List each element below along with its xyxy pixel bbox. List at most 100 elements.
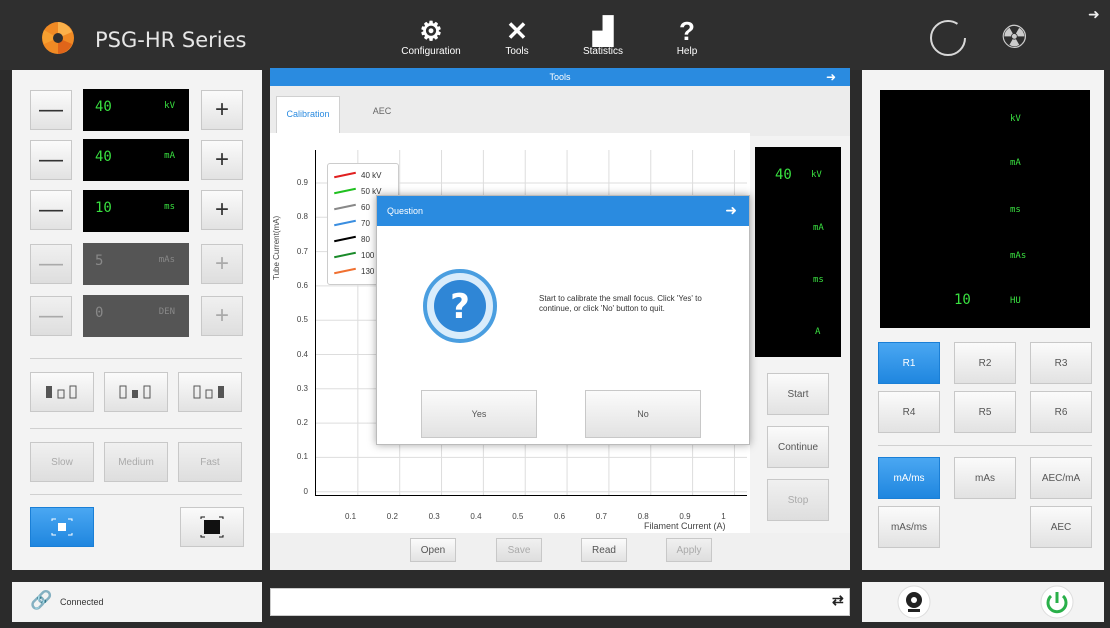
y-tick-label: 0.8 <box>296 212 308 222</box>
kv-minus-button[interactable]: — <box>30 90 72 130</box>
refresh-icon[interactable]: ⇄ <box>832 592 844 609</box>
logout-icon[interactable]: ➜ <box>1088 6 1100 23</box>
legend-item: 130 <box>334 264 374 278</box>
y-tick-label: 0.5 <box>296 315 308 325</box>
camera-icon[interactable] <box>897 585 931 619</box>
mode-aec-ma-button[interactable]: AEC/mA <box>1030 457 1092 499</box>
region-r2-button[interactable]: R2 <box>954 342 1016 384</box>
top-bar: PSG-HR Series ⚙ Configuration ✕ Tools ▟ … <box>0 0 1110 70</box>
status-kv-unit: kV <box>1010 114 1021 124</box>
x-tick-label: 0.6 <box>554 512 566 521</box>
read-button[interactable]: Read <box>581 538 627 562</box>
tools-title-bar: Tools <box>270 68 850 86</box>
statistics-icon: ▟ <box>593 16 613 46</box>
ma-plus-button[interactable]: + <box>201 140 243 180</box>
legend-item: 80 <box>334 232 370 246</box>
x-tick-label: 0.2 <box>386 512 398 521</box>
den-plus-button[interactable]: + <box>201 296 243 336</box>
den-value: 0 <box>95 305 104 321</box>
mode-aec-button[interactable]: AEC <box>1030 506 1092 548</box>
x-tick-label: 0.5 <box>512 512 524 521</box>
legend-item: 40 kV <box>334 168 381 182</box>
region-r1-button[interactable]: R1 <box>878 342 940 384</box>
region-r4-button[interactable]: R4 <box>878 391 940 433</box>
region-r6-button[interactable]: R6 <box>1030 391 1092 433</box>
legend-item: 100 <box>334 248 374 262</box>
apply-button[interactable]: Apply <box>666 538 712 562</box>
connection-status: Connected <box>60 597 104 607</box>
speed-slow-button[interactable]: Slow <box>30 442 94 482</box>
divider <box>30 428 242 429</box>
stop-button[interactable]: Stop <box>767 479 829 521</box>
no-button[interactable]: No <box>585 390 701 438</box>
nav-statistics[interactable]: ▟ Statistics <box>568 16 638 57</box>
position-center-button[interactable] <box>104 372 168 412</box>
legend-swatch <box>334 251 356 259</box>
mode-ma-ms-button[interactable]: mA/ms <box>878 457 940 499</box>
mode-mas-button[interactable]: mAs <box>954 457 1016 499</box>
dialog-close-icon[interactable]: ➜ <box>725 202 737 219</box>
legend-swatch <box>334 171 356 179</box>
help-icon: ? <box>679 16 695 46</box>
yes-button[interactable]: Yes <box>421 390 537 438</box>
status-lcd: kV mA ms mAs 10 HU <box>880 90 1090 328</box>
ms-minus-button[interactable]: — <box>30 190 72 230</box>
divider <box>30 358 242 359</box>
message-field[interactable] <box>270 588 850 616</box>
start-button[interactable]: Start <box>767 373 829 415</box>
nav-label: Statistics <box>582 46 623 57</box>
brand-logo-icon <box>42 22 74 54</box>
position-left-icon <box>46 385 77 399</box>
x-axis-label: Filament Current (A) <box>644 521 726 531</box>
mas-plus-button[interactable]: + <box>201 244 243 284</box>
region-r5-button[interactable]: R5 <box>954 391 1016 433</box>
y-tick-label: 0.2 <box>296 418 308 428</box>
status-ms-unit: ms <box>1010 205 1021 215</box>
status-hu-unit: HU <box>1010 296 1021 306</box>
x-tick-label: 0.9 <box>679 512 691 521</box>
status-mas-unit: mAs <box>1010 251 1027 261</box>
nav-configuration[interactable]: ⚙ Configuration <box>396 16 466 57</box>
ma-display: 40 mA <box>83 139 189 181</box>
tab-calibration[interactable]: Calibration <box>276 96 340 133</box>
x-tick-label: 0.3 <box>428 512 440 521</box>
kv-plus-button[interactable]: + <box>201 90 243 130</box>
save-button[interactable]: Save <box>496 538 542 562</box>
y-tick-label: 0.6 <box>296 280 308 290</box>
den-display: 0 DEN <box>83 295 189 337</box>
legend-swatch <box>334 203 356 211</box>
ma-minus-button[interactable]: — <box>30 140 72 180</box>
kv-value: 40 <box>95 99 112 115</box>
focus-small-button[interactable] <box>30 507 94 547</box>
power-icon[interactable] <box>1040 585 1074 619</box>
den-minus-button[interactable]: — <box>30 296 72 336</box>
divider <box>878 445 1092 446</box>
den-unit: DEN <box>158 307 175 317</box>
region-r3-button[interactable]: R3 <box>1030 342 1092 384</box>
speed-medium-button[interactable]: Medium <box>104 442 168 482</box>
nav-label: Help <box>676 46 698 57</box>
mode-mas-ms-button[interactable]: mAs/ms <box>878 506 940 548</box>
tab-aec[interactable]: AEC <box>362 106 402 116</box>
dialog-title: Question <box>377 196 749 226</box>
y-tick-label: 0.1 <box>296 452 308 462</box>
mas-minus-button[interactable]: — <box>30 244 72 284</box>
nav-help[interactable]: ? Help <box>652 16 722 57</box>
open-button[interactable]: Open <box>410 538 456 562</box>
legend-label: 130 <box>361 266 375 276</box>
tools-close-icon[interactable]: ➜ <box>826 70 836 84</box>
x-tick-label: 1 <box>721 512 726 521</box>
focus-large-button[interactable] <box>180 507 244 547</box>
calibration-lcd: 40 kV mA ms A <box>755 147 841 357</box>
position-left-button[interactable] <box>30 372 94 412</box>
continue-button[interactable]: Continue <box>767 426 829 468</box>
speed-fast-button[interactable]: Fast <box>178 442 242 482</box>
loading-ring-icon <box>930 20 966 56</box>
tools-icon: ✕ <box>506 16 528 46</box>
x-tick-label: 0.7 <box>595 512 607 521</box>
position-right-button[interactable] <box>178 372 242 412</box>
ms-plus-button[interactable]: + <box>201 190 243 230</box>
nav-tools[interactable]: ✕ Tools <box>482 16 552 57</box>
lcd-ms-unit: ms <box>813 275 824 285</box>
app-title: PSG-HR Series <box>95 28 247 52</box>
